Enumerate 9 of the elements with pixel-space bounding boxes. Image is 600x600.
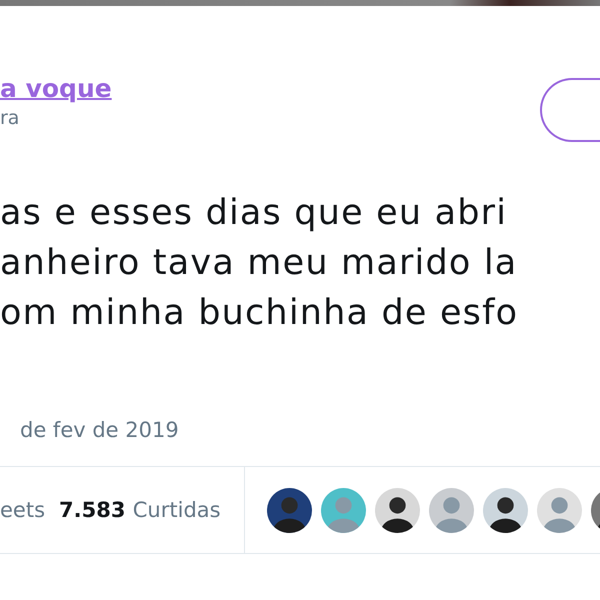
stat-count[interactable]: 7.583 Curtidas <box>59 498 221 522</box>
tweet-text: as e esses dias que eu abri <box>0 192 508 235</box>
tweet-date: de fev de 2019 <box>20 418 180 442</box>
author-name[interactable]: a voque <box>0 74 112 103</box>
stat-count[interactable]: eets <box>0 498 46 522</box>
follow-button[interactable] <box>540 78 600 142</box>
author-handle: ra <box>0 107 20 129</box>
tweet-text: anheiro tava meu marido la <box>0 242 518 285</box>
tweet-text: om minha buchinha de esfo <box>0 292 520 335</box>
